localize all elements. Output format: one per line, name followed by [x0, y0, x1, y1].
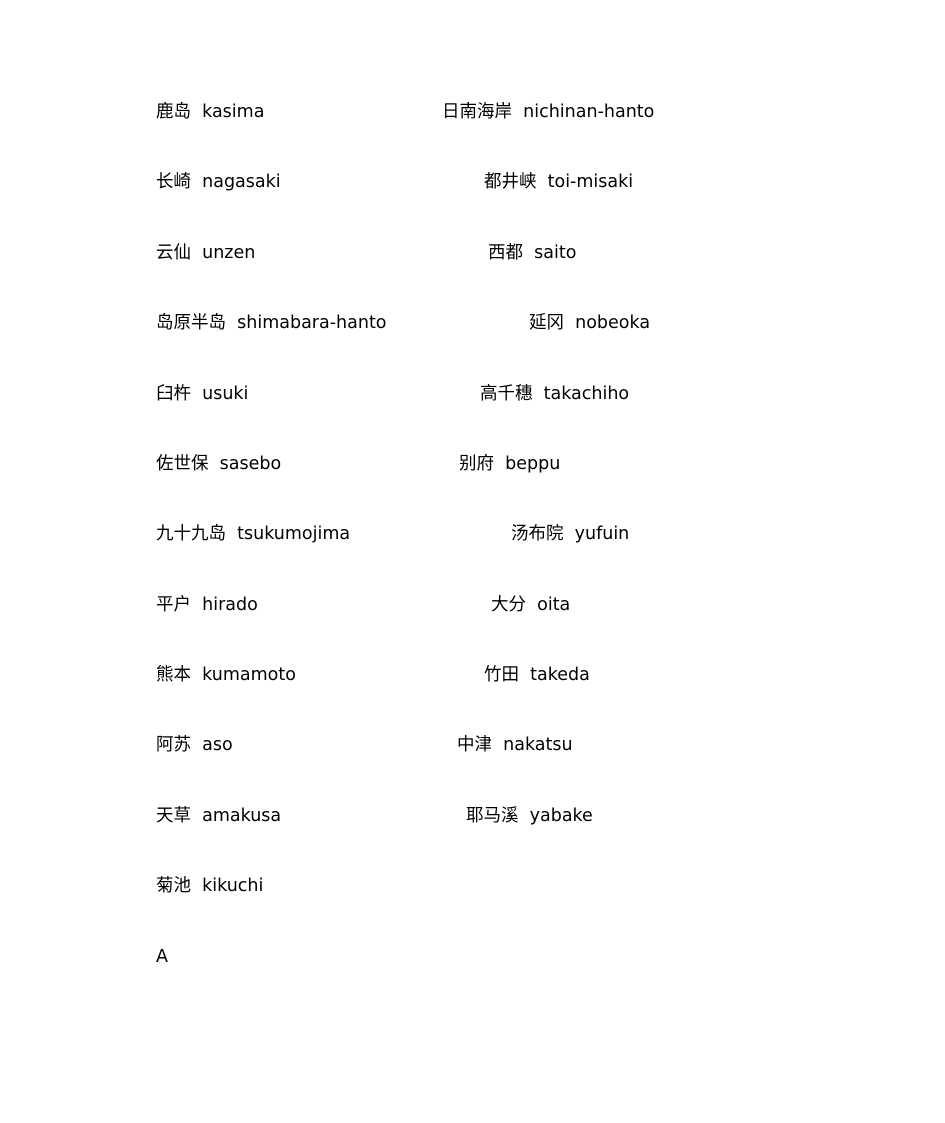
- place-entry: 岛原半岛 shimabara-hanto: [156, 313, 387, 333]
- place-entry: 高千穗 takachiho: [480, 384, 630, 404]
- place-entry: 汤布院 yufuin: [511, 524, 630, 544]
- place-entry: 竹田 takeda: [484, 665, 590, 685]
- place-entry: 日南海岸 nichinan-hanto: [442, 102, 655, 122]
- place-entry: 鹿岛 kasima: [156, 102, 265, 122]
- place-entry: 延冈 nobeoka: [529, 313, 651, 333]
- place-entry: 天草 amakusa: [156, 806, 282, 826]
- place-entry: 臼杵 usuki: [156, 384, 249, 404]
- place-entry: 大分 oita: [491, 595, 571, 615]
- place-entry: 阿苏 aso: [156, 735, 233, 755]
- place-entry: 中津 nakatsu: [457, 735, 573, 755]
- place-entry: 耶马溪 yabake: [466, 806, 593, 826]
- place-entry: A: [156, 947, 168, 967]
- place-entry: 都井峡 toi-misaki: [484, 172, 634, 192]
- place-entry: 菊池 kikuchi: [156, 876, 264, 896]
- place-entry: 佐世保 sasebo: [156, 454, 282, 474]
- place-entry: 九十九岛 tsukumojima: [156, 524, 351, 544]
- place-entry: 长崎 nagasaki: [156, 172, 281, 192]
- place-entry: 云仙 unzen: [156, 243, 256, 263]
- place-entry: 别府 beppu: [459, 454, 561, 474]
- place-entry: 西都 saito: [488, 243, 577, 263]
- place-entry: 熊本 kumamoto: [156, 665, 296, 685]
- place-entry: 平户 hirado: [156, 595, 258, 615]
